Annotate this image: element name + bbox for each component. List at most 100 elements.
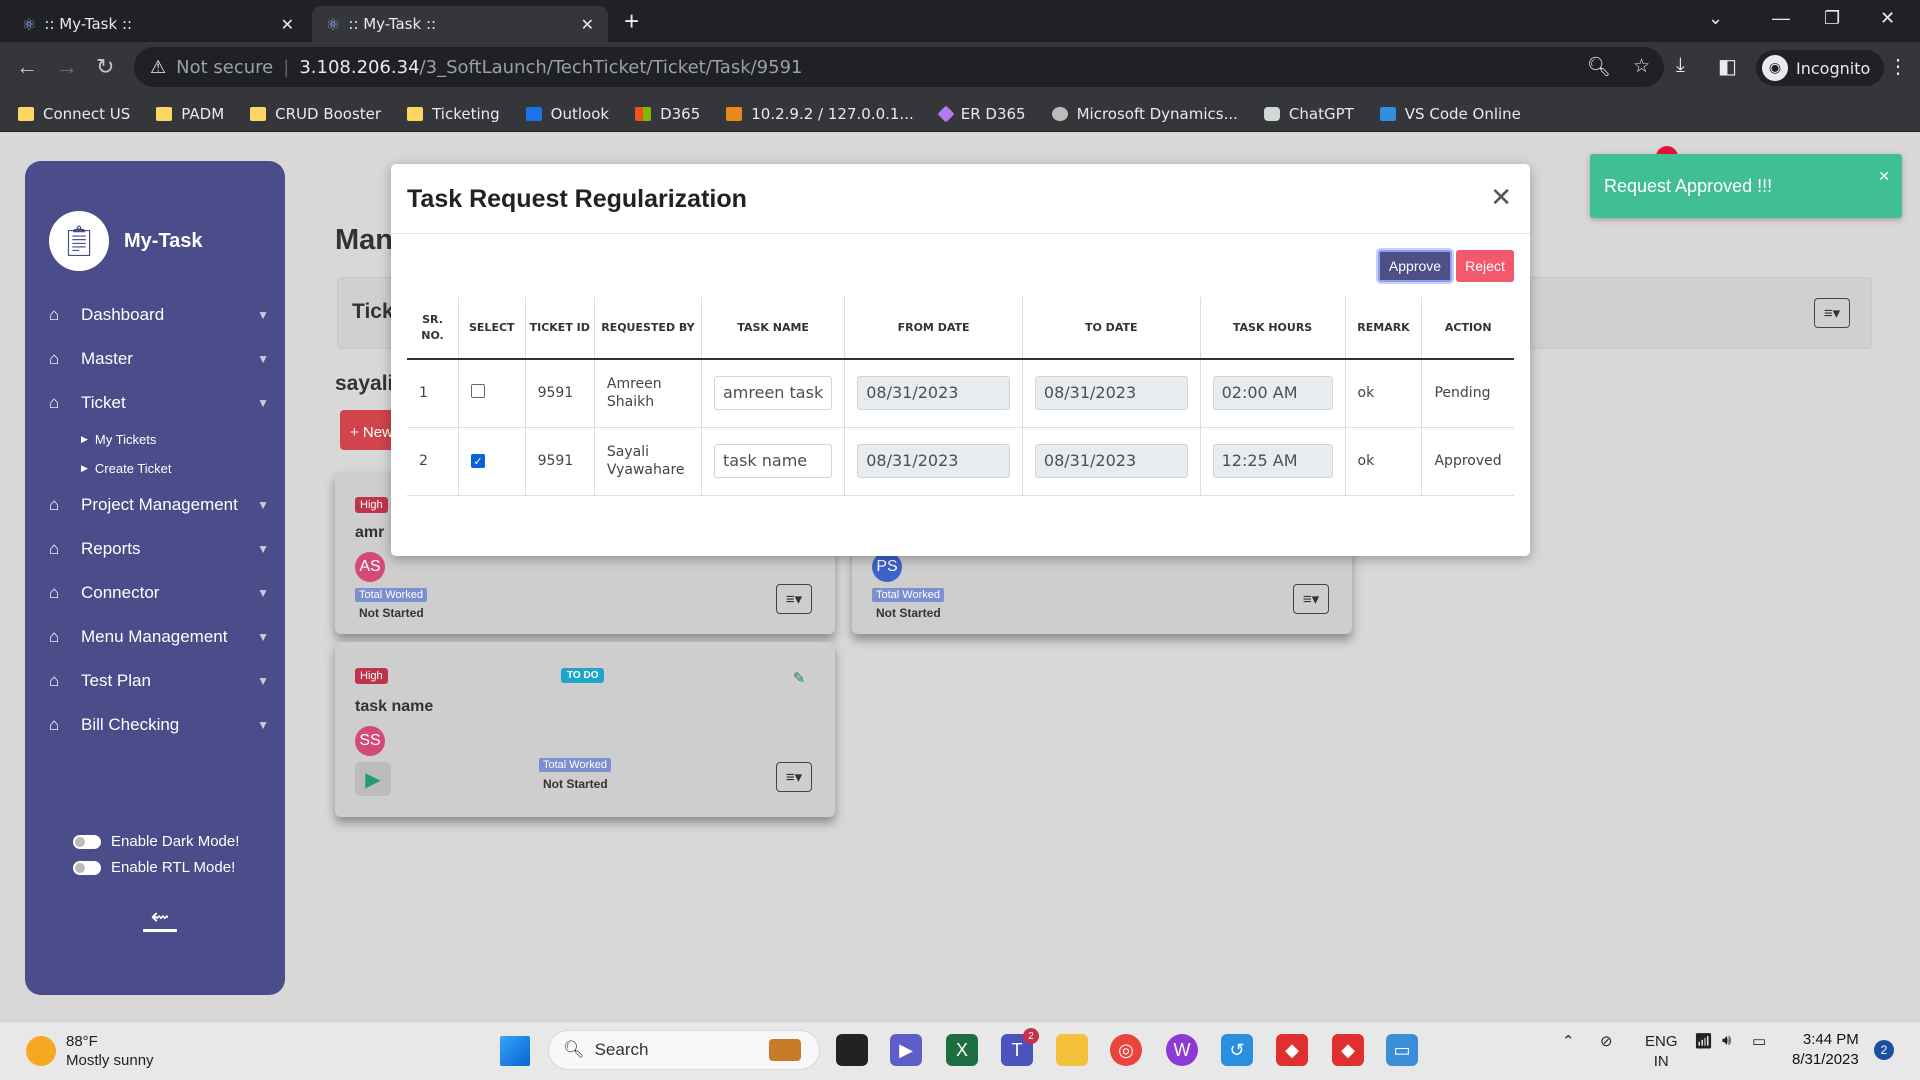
bookmark[interactable]: D365 (635, 105, 700, 123)
battery-icon[interactable]: ▭ (1752, 1032, 1766, 1050)
card-menu-button[interactable]: ≡▾ (776, 762, 812, 792)
play-icon[interactable]: ▶ (355, 762, 391, 796)
caret-down-icon: ▼ (257, 542, 269, 556)
excel-icon[interactable]: X (946, 1034, 978, 1066)
taskbar-search[interactable]: 🔍︎ Search (548, 1030, 820, 1070)
toggle-label: Enable RTL Mode! (111, 859, 236, 876)
from-date-input[interactable]: 08/31/2023 (857, 376, 1010, 411)
bookmark[interactable]: CRUD Booster (250, 105, 381, 123)
star-icon[interactable]: ☆ (1633, 55, 1650, 78)
toast-message: Request Approved !!! (1604, 176, 1773, 196)
sidebar-item-master[interactable]: ⌂ Master ▼ (49, 337, 269, 381)
options-menu-button[interactable]: ≡▾ (1814, 298, 1850, 328)
task-view-icon[interactable] (836, 1034, 868, 1066)
file-explorer-icon[interactable] (1056, 1034, 1088, 1066)
weather-widget[interactable]: 88°F Mostly sunny (26, 1032, 154, 1070)
bookmark[interactable]: VS Code Online (1379, 105, 1521, 123)
app-icon[interactable]: ↺ (1221, 1034, 1253, 1066)
anydesk-icon[interactable]: ◆ (1332, 1034, 1364, 1066)
bookmark[interactable]: ER D365 (937, 105, 1026, 123)
row-checkbox-checked[interactable]: ✓ (470, 454, 485, 468)
back-icon[interactable]: ← (16, 56, 38, 78)
tab-search-icon[interactable]: ⌄ (1708, 8, 1723, 29)
bookmark[interactable]: ChatGPT (1263, 105, 1354, 123)
close-icon[interactable]: ✕ (1490, 184, 1512, 210)
teams-icon[interactable]: T2 (1001, 1028, 1039, 1066)
task-hours-input[interactable]: 12:25 AM (1212, 444, 1333, 478)
windows-start-icon[interactable] (500, 1036, 530, 1066)
to-date-input[interactable]: 08/31/2023 (1034, 376, 1188, 411)
forward-icon[interactable]: → (56, 56, 78, 78)
close-icon[interactable]: ✕ (581, 15, 594, 34)
dark-mode-toggle[interactable]: Enable Dark Mode! (73, 833, 239, 850)
volume-icon[interactable]: 🔊︎ (1722, 1032, 1731, 1049)
app-icon[interactable]: W (1166, 1034, 1198, 1066)
approve-button[interactable]: Approve (1378, 250, 1452, 282)
bookmark[interactable]: Microsoft Dynamics... (1051, 105, 1238, 123)
new-tab-button[interactable]: + (624, 8, 639, 34)
browser-tab-active[interactable]: ⚛ :: My-Task :: ✕ (312, 6, 608, 42)
chrome-icon[interactable]: ◎ (1110, 1034, 1142, 1066)
app-name: My-Task (124, 229, 203, 252)
sidebar-item-dashboard[interactable]: ⌂ Dashboard ▼ (49, 293, 269, 337)
sidebar-item-project-management[interactable]: ⌂ Project Management ▼ (49, 483, 269, 527)
close-icon[interactable]: ✕ (281, 15, 294, 34)
close-icon[interactable]: ✕ (1878, 168, 1890, 185)
clipboard-check-icon: 📋︎ (49, 211, 109, 271)
folder-icon (407, 106, 424, 121)
download-icon[interactable]: ⤓ (1676, 54, 1685, 77)
reject-button[interactable]: Reject (1456, 250, 1514, 282)
notification-badge[interactable]: 2 (1874, 1040, 1894, 1060)
minimize-button[interactable]: — (1772, 8, 1790, 29)
sidebar: 📋︎ My-Task ⌂ Dashboard ▼ ⌂ Master ▼ ⌂ Ticket ▼… (25, 161, 285, 995)
app-logo[interactable]: 📋︎ My-Task (49, 211, 203, 271)
browser-tab[interactable]: ⚛ :: My-Task :: ✕ (8, 6, 308, 42)
restore-button[interactable]: ❐ (1824, 8, 1840, 29)
network-alert-icon[interactable]: ⊘ (1600, 1032, 1613, 1050)
remote-desktop-icon[interactable]: ▭ (1386, 1034, 1418, 1066)
task-hours-input[interactable]: 02:00 AM (1212, 376, 1333, 411)
sidebar-item-test-plan[interactable]: ⌂ Test Plan ▼ (49, 659, 269, 703)
meet-icon[interactable]: ▶ (890, 1034, 922, 1066)
bookmark[interactable]: 10.2.9.2 / 127.0.0.1... (726, 105, 914, 123)
reload-icon[interactable]: ↻ (96, 56, 114, 78)
rtl-mode-toggle[interactable]: Enable RTL Mode! (73, 859, 235, 876)
sidebar-item-menu-management[interactable]: ⌂ Menu Management ▼ (49, 615, 269, 659)
clock[interactable]: 3:44 PM 8/31/2023 (1792, 1030, 1859, 1070)
row-checkbox[interactable] (470, 383, 485, 398)
bookmark[interactable]: Ticketing (407, 105, 500, 123)
sidebar-subitem-create-ticket[interactable]: ▶ Create Ticket (49, 454, 269, 483)
task-name-input[interactable]: amreen task (714, 376, 833, 411)
to-date-cell: 08/31/2023 (1022, 359, 1201, 428)
edit-icon[interactable]: ✎ (785, 664, 813, 692)
toggle-switch[interactable] (73, 860, 101, 875)
sidebar-item-ticket[interactable]: ⌂ Ticket ▼ (49, 381, 269, 425)
to-date-input[interactable]: 08/31/2023 (1034, 444, 1188, 478)
card-menu-button[interactable]: ≡▾ (776, 584, 812, 614)
close-window-button[interactable]: ✕ (1880, 8, 1895, 29)
zoom-icon[interactable]: 🔍︎ (1587, 55, 1611, 78)
sidebar-subitem-my-tickets[interactable]: ▶ My Tickets (49, 425, 269, 454)
toggle-switch[interactable] (73, 834, 101, 849)
caret-down-icon: ▼ (257, 498, 269, 512)
bookmark[interactable]: Outlook (525, 105, 609, 123)
side-panel-icon[interactable]: ◧ (1718, 54, 1737, 79)
chevron-up-icon[interactable]: ⌃ (1562, 1032, 1575, 1050)
sidebar-item-reports[interactable]: ⌂ Reports ▼ (49, 527, 269, 571)
task-name-input[interactable]: task name (714, 444, 833, 478)
avatar: SS (355, 726, 385, 756)
wifi-icon[interactable]: 📶︎ (1694, 1032, 1713, 1050)
anydesk-icon[interactable]: ◆ (1276, 1034, 1308, 1066)
incognito-profile[interactable]: ◉ Incognito (1756, 50, 1885, 86)
sidebar-item-bill-checking[interactable]: ⌂ Bill Checking ▼ (49, 703, 269, 747)
sidebar-item-connector[interactable]: ⌂ Connector ▼ (49, 571, 269, 615)
language-indicator[interactable]: ENG IN (1645, 1032, 1678, 1072)
bookmark[interactable]: PADM (156, 105, 224, 123)
from-date-input[interactable]: 08/31/2023 (857, 444, 1010, 478)
menu-dots-icon[interactable]: ⋮ (1888, 54, 1908, 79)
address-bar[interactable]: ⚠ Not secure | 3.108.206.34 /3_SoftLaunc… (134, 47, 1664, 87)
card-menu-button[interactable]: ≡▾ (1293, 584, 1329, 614)
task-card[interactable]: High TO DO ✎ task name SS ▶ Total Worked… (335, 642, 835, 817)
bookmark[interactable]: Connect US (18, 105, 130, 123)
collapse-sidebar-icon[interactable]: ⇜ (143, 905, 177, 932)
